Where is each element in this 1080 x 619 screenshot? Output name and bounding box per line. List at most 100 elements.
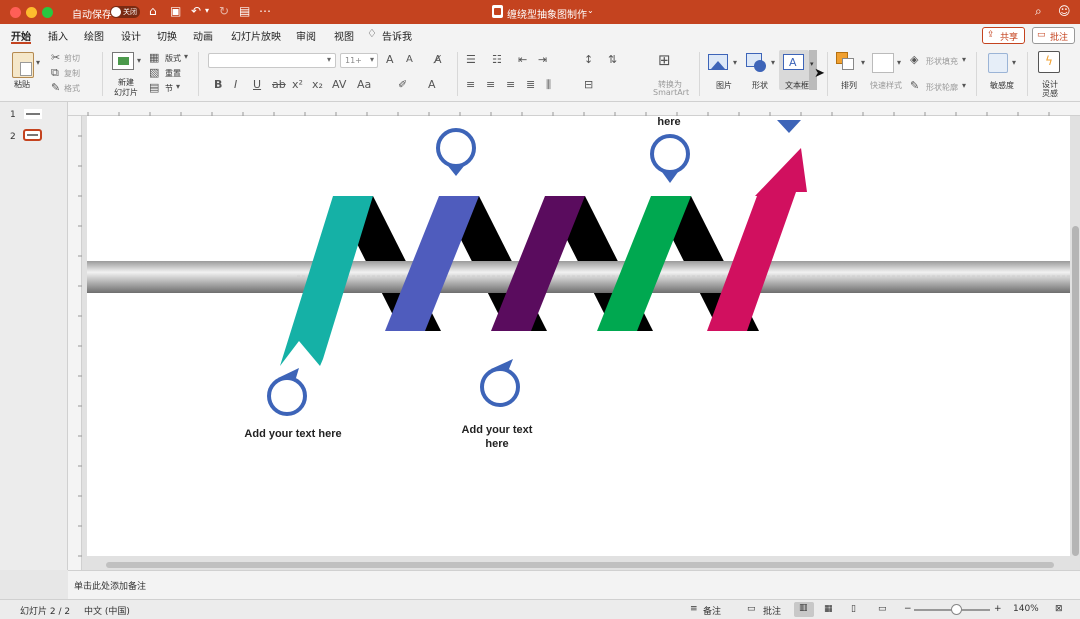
tab-animations[interactable]: 动画 (193, 28, 213, 43)
layout-dropdown-icon[interactable]: ▾ (184, 52, 188, 61)
format-painter-icon[interactable]: ✎ (51, 81, 60, 94)
bottom-left-textbox[interactable]: Add your text here (243, 427, 343, 441)
font-color-icon[interactable]: A (428, 78, 436, 91)
comments-icon[interactable]: ▭ (747, 604, 756, 614)
smartart-icon[interactable]: ⊞ (658, 51, 671, 69)
convert-smartart-label-2[interactable]: SmartArt (653, 88, 689, 97)
shape-fill-label[interactable]: 形状填充 (926, 56, 958, 67)
comments-button[interactable]: ▭ 批注 (1032, 27, 1075, 44)
paste-icon[interactable] (12, 52, 34, 78)
bottom-mid-textbox[interactable]: Add your text here (457, 423, 537, 451)
redo-icon[interactable]: ↻ (219, 4, 229, 18)
picture-dropdown-icon[interactable]: ▾ (733, 58, 737, 67)
shape-fill-icon[interactable]: ◈ (910, 53, 918, 66)
shape-dropdown-icon[interactable]: ▾ (771, 58, 775, 67)
bold-icon[interactable]: B (214, 78, 222, 91)
reset-icon[interactable]: ▧ (149, 66, 159, 79)
shape-icon[interactable] (746, 53, 766, 72)
paste-label[interactable]: 粘贴 (14, 79, 30, 90)
textbox-icon[interactable]: A (783, 54, 804, 70)
italic-icon[interactable]: I (234, 78, 237, 91)
reading-view-icon[interactable]: ▯ (851, 604, 856, 614)
normal-view-button[interactable]: ▥ (794, 602, 814, 617)
shape-fill-dropdown-icon[interactable]: ▾ (962, 55, 966, 64)
picture-label[interactable]: 图片 (716, 80, 732, 91)
cut-label[interactable]: 剪切 (64, 53, 80, 64)
slide-thumbnail-1[interactable] (24, 109, 42, 119)
share-button[interactable]: ⇪ 共享 (982, 27, 1025, 44)
zoom-window-button[interactable] (42, 7, 53, 18)
search-icon[interactable]: ⌕ (1035, 4, 1042, 18)
save-icon[interactable]: ▣ (170, 4, 181, 18)
text-direction-icon[interactable]: ⇅ (608, 53, 617, 66)
section-label[interactable]: 节 (165, 83, 173, 94)
fit-to-window-icon[interactable]: ⊠ (1055, 604, 1063, 614)
font-name-select[interactable]: ▾ (208, 53, 336, 68)
sensitivity-label[interactable]: 敏感度 (990, 80, 1014, 91)
shrink-font-icon[interactable]: A (406, 54, 413, 65)
underline-icon[interactable]: U (253, 78, 261, 91)
home-icon[interactable]: ⌂ (149, 4, 157, 18)
language-indicator[interactable]: 中文 (中国) (84, 604, 130, 617)
clear-format-icon[interactable]: A̸ (434, 53, 442, 66)
grow-font-icon[interactable]: A (386, 53, 394, 66)
zoom-slider-handle[interactable] (951, 604, 962, 615)
highlight-icon[interactable]: ✐ (398, 78, 407, 91)
account-icon[interactable]: ☺ (1058, 4, 1071, 18)
horizontal-scrollbar[interactable] (106, 562, 1054, 568)
bullets-icon[interactable]: ☰ (466, 53, 476, 66)
notes-pane[interactable]: 单击此处添加备注 (68, 570, 1080, 599)
close-window-button[interactable] (10, 7, 21, 18)
slideshow-icon[interactable]: ▤ (239, 4, 250, 18)
justify-icon[interactable]: ≣ (526, 78, 535, 91)
reset-label[interactable]: 重置 (165, 68, 181, 79)
subscript-icon[interactable]: x₂ (312, 78, 323, 91)
autosave-toggle[interactable]: 关闭 (110, 6, 140, 18)
slide-thumbnail-2[interactable] (23, 129, 42, 141)
new-slide-label-2[interactable]: 幻灯片 (114, 87, 138, 98)
layout-icon[interactable]: ▦ (149, 51, 159, 64)
zoom-out-icon[interactable]: − (904, 604, 912, 614)
zoom-level[interactable]: 140% (1013, 604, 1039, 614)
slideshow-view-icon[interactable]: ▭ (878, 604, 887, 614)
tab-transitions[interactable]: 切换 (157, 28, 177, 43)
char-spacing-icon[interactable]: AV (332, 78, 346, 91)
new-slide-dropdown-icon[interactable]: ▾ (137, 56, 141, 65)
paste-dropdown-icon[interactable]: ▾ (36, 58, 40, 67)
shape-outline-icon[interactable]: ✎ (910, 79, 919, 92)
numbering-icon[interactable]: ☷ (492, 53, 502, 66)
line-spacing-icon[interactable]: ↕ (584, 53, 593, 66)
design-ideas-label-2[interactable]: 灵感 (1042, 88, 1058, 99)
tab-review[interactable]: 审阅 (296, 28, 316, 43)
shape-outline-dropdown-icon[interactable]: ▾ (962, 81, 966, 90)
arrange-icon[interactable] (836, 52, 854, 70)
align-text-icon[interactable]: ⊟ (584, 78, 593, 91)
tab-insert[interactable]: 插入 (48, 28, 68, 43)
tab-view[interactable]: 视图 (334, 28, 354, 43)
superscript-icon[interactable]: x² (292, 78, 303, 91)
notes-placeholder[interactable]: 单击此处添加备注 (74, 579, 146, 592)
vertical-scrollbar[interactable] (1072, 226, 1079, 556)
undo-dropdown-icon[interactable]: ▾ (205, 4, 209, 18)
decrease-indent-icon[interactable]: ⇤ (518, 53, 527, 66)
copy-label[interactable]: 复制 (64, 68, 80, 79)
title-chevron-down-icon[interactable]: ⌄ (587, 6, 594, 15)
sensitivity-dropdown-icon[interactable]: ▾ (1012, 58, 1016, 67)
zoom-in-icon[interactable]: + (994, 604, 1002, 614)
tab-slideshow[interactable]: 幻灯片放映 (231, 28, 281, 43)
tab-home[interactable]: 开始 (11, 28, 31, 43)
tab-draw[interactable]: 绘图 (84, 28, 104, 43)
minimize-window-button[interactable] (26, 7, 37, 18)
notes-toggle[interactable]: 备注 (703, 604, 721, 617)
quick-style-dropdown-icon[interactable]: ▾ (897, 58, 901, 67)
new-slide-icon[interactable] (112, 52, 134, 70)
picture-icon[interactable] (708, 54, 728, 70)
more-icon[interactable]: ⋯ (259, 4, 271, 18)
document-title[interactable]: 缠绕型抽象图制作 (507, 6, 587, 21)
top-right-textbox-partial[interactable]: here (647, 116, 691, 129)
textbox-label[interactable]: 文本框 (785, 80, 809, 91)
increase-indent-icon[interactable]: ⇥ (538, 53, 547, 66)
tab-tell-me[interactable]: 告诉我 (382, 28, 412, 43)
comments-toggle[interactable]: 批注 (763, 604, 781, 617)
shape-outline-label[interactable]: 形状轮廓 (926, 82, 958, 93)
